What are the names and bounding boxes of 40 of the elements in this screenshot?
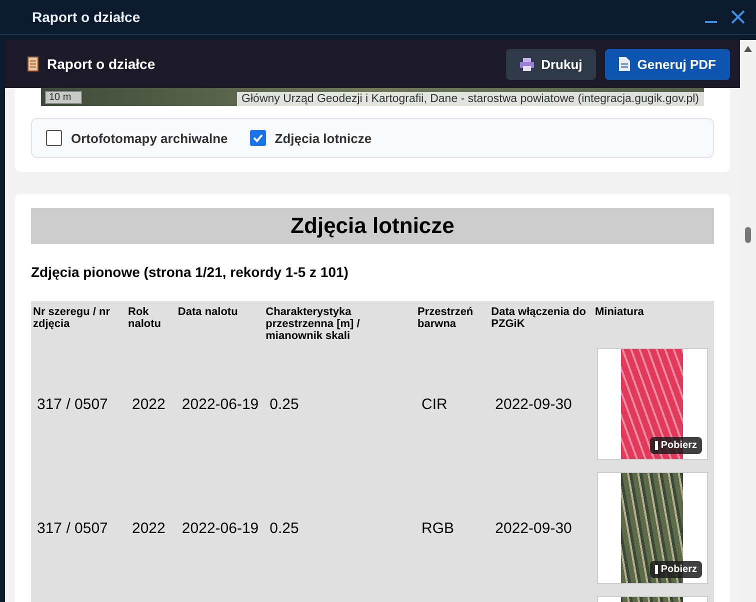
column-header: Nr szeregu / nr zdjęcia — [33, 306, 110, 330]
table-cell: 2022-06-19 — [182, 396, 259, 412]
table-cell: CIR — [422, 396, 448, 412]
table-cell: 2022 — [132, 520, 166, 536]
window-title: Raport o działce — [32, 9, 140, 25]
document-icon — [619, 57, 630, 71]
printer-icon — [520, 58, 534, 70]
table-cell: 2022 — [132, 396, 166, 412]
table-cell: 317 / 0507 — [37, 520, 108, 536]
checkbox[interactable] — [250, 130, 266, 146]
check-icon — [252, 132, 264, 144]
table-cell: 0.25 — [270, 520, 299, 536]
report-title: Raport o działce — [47, 56, 156, 72]
document-icon — [27, 56, 39, 72]
section-subtitle: Zdjęcia pionowe (strona 1/21, rekordy 1-5 z 101) — [31, 264, 350, 280]
checkbox-label[interactable]: Ortofotomapy archiwalne — [71, 130, 228, 146]
table-cell: 2022-09-30 — [495, 396, 572, 412]
map-attribution: Główny Urząd Geodezji i Kartografii, Dane - starostwa powiatowe (integracja.gugik.gov.pl) — [236, 92, 704, 106]
column-header: Data nalotu — [178, 306, 238, 318]
generate-pdf-button[interactable]: Generuj PDF — [605, 48, 730, 80]
column-header: Miniatura — [594, 306, 644, 318]
checkbox-label[interactable]: Zdjęcia lotnicze — [274, 130, 372, 146]
table-cell: 2022-09-30 — [495, 520, 572, 536]
scrollbar-thumb[interactable] — [745, 227, 751, 243]
section-heading: Zdjęcia lotnicze — [31, 208, 714, 244]
column-header: Rok nalotu — [128, 306, 161, 330]
close-icon[interactable] — [730, 9, 746, 25]
map-scale-bar: 10 m — [45, 91, 82, 104]
column-header: Data włączenia do PZGiK — [491, 306, 586, 330]
column-header: Przestrzeń barwna — [418, 306, 474, 330]
table-cell: 2022-06-19 — [182, 520, 259, 536]
download-button[interactable]: Pobierz — [650, 437, 702, 454]
table-cell: 317 / 0507 — [37, 396, 108, 412]
print-button[interactable]: Drukuj — [506, 48, 596, 80]
scroll-up-icon[interactable] — [743, 45, 753, 53]
checkbox[interactable] — [46, 130, 62, 146]
download-button[interactable]: Pobierz — [650, 561, 702, 578]
table-cell: 0.25 — [270, 396, 299, 412]
column-header: Charakterystyka przestrzenna [m] / mianownik skali — [266, 306, 360, 342]
table-cell: RGB — [422, 520, 454, 536]
